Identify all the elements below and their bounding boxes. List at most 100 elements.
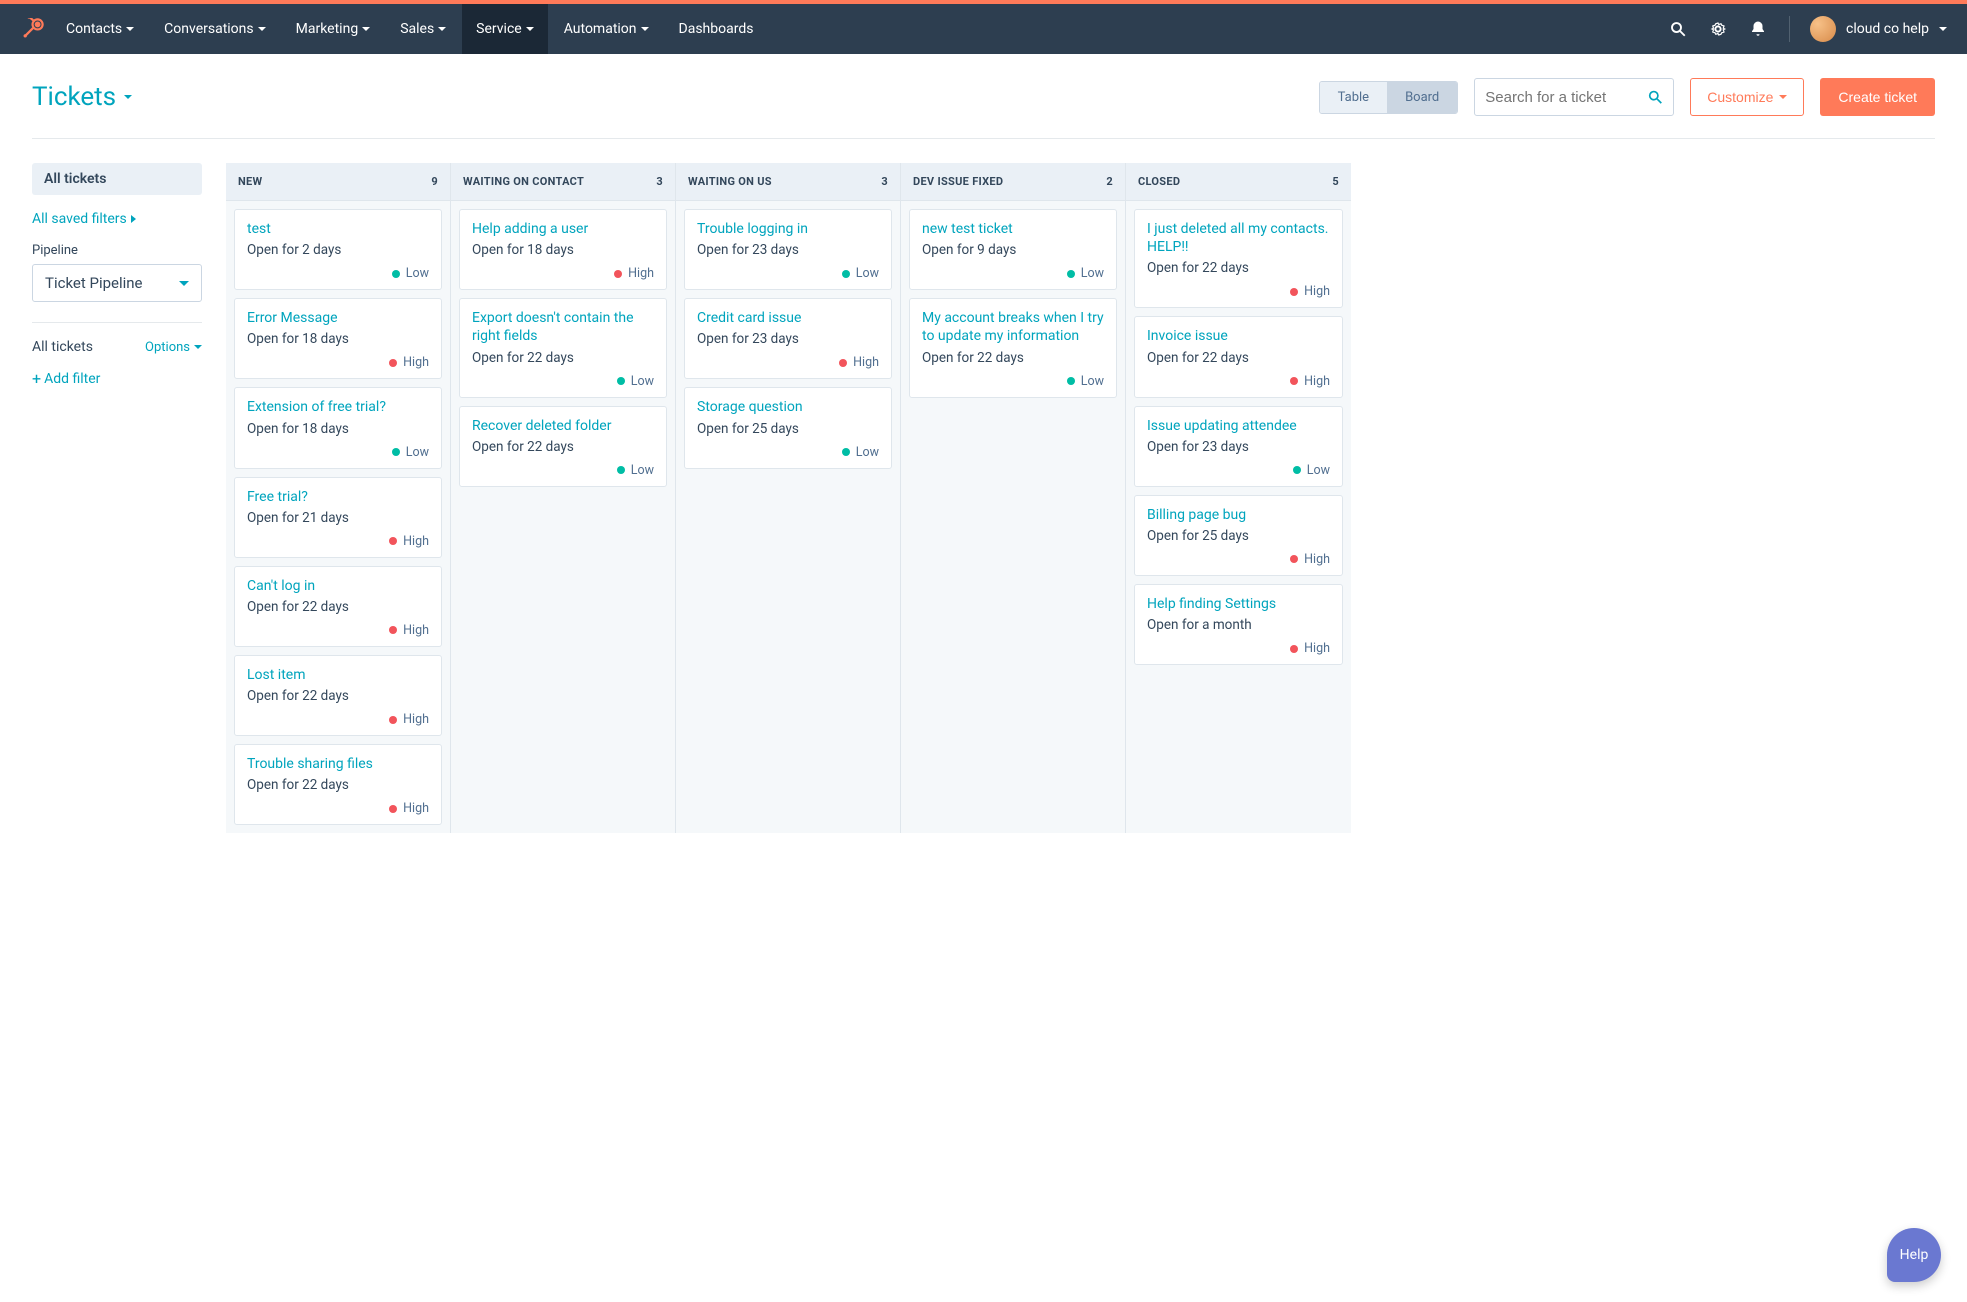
ticket-card[interactable]: Issue updating attendeeOpen for 23 daysL…: [1134, 406, 1343, 487]
ticket-priority: High: [247, 534, 429, 549]
nav-conversations[interactable]: Conversations: [164, 4, 265, 54]
priority-dot-icon: [842, 448, 850, 456]
chevron-down-icon: [362, 27, 370, 31]
ticket-priority: High: [1147, 641, 1330, 656]
ticket-card[interactable]: Invoice issue Open for 22 days High: [1134, 316, 1343, 397]
bell-icon[interactable]: [1749, 20, 1767, 38]
ticket-open-duration: Open for 22 days: [922, 350, 1104, 366]
nav-automation[interactable]: Automation: [564, 4, 649, 54]
ticket-open-duration: Open for 9 days: [922, 242, 1104, 258]
view-board-button[interactable]: Board: [1387, 82, 1457, 113]
priority-dot-icon: [389, 537, 397, 545]
ticket-card[interactable]: Help finding SettingsOpen for a monthHig…: [1134, 584, 1343, 665]
ticket-open-duration: Open for 22 days: [1147, 350, 1330, 366]
view-table-button[interactable]: Table: [1320, 82, 1387, 113]
ticket-card[interactable]: Free trial?Open for 21 daysHigh: [234, 477, 442, 558]
ticket-title: Trouble sharing files: [247, 755, 429, 773]
ticket-priority: High: [247, 712, 429, 727]
ticket-open-duration: Open for 23 days: [697, 242, 879, 258]
hubspot-logo-icon[interactable]: [20, 16, 46, 42]
ticket-open-duration: Open for 22 days: [247, 688, 429, 704]
ticket-priority: High: [1147, 552, 1330, 567]
column-header: NEW9: [226, 163, 450, 201]
ticket-card[interactable]: Lost item Open for 22 days High: [234, 655, 442, 736]
ticket-priority: Low: [247, 445, 429, 460]
priority-label: Low: [406, 445, 429, 460]
ticket-card[interactable]: Billing page bug Open for 25 days High: [1134, 495, 1343, 576]
ticket-card[interactable]: Can't log inOpen for 22 daysHigh: [234, 566, 442, 647]
priority-label: High: [403, 801, 429, 816]
ticket-card[interactable]: testOpen for 2 daysLow: [234, 209, 442, 290]
nav-service[interactable]: Service: [462, 4, 548, 54]
ticket-board: NEW9testOpen for 2 daysLowError MessageO…: [226, 163, 1935, 833]
ticket-title: Invoice issue: [1147, 327, 1330, 345]
priority-dot-icon: [1067, 270, 1075, 278]
ticket-card[interactable]: Help adding a userOpen for 18 daysHigh: [459, 209, 667, 290]
ticket-priority: High: [247, 623, 429, 638]
ticket-priority: Low: [1147, 463, 1330, 478]
priority-dot-icon: [1290, 555, 1298, 563]
nav-marketing[interactable]: Marketing: [296, 4, 371, 54]
priority-label: High: [1304, 374, 1330, 389]
nav-label: Contacts: [66, 21, 122, 37]
account-switcher[interactable]: cloud co help: [1789, 16, 1947, 42]
ticket-priority: High: [247, 355, 429, 370]
ticket-card[interactable]: Error MessageOpen for 18 daysHigh: [234, 298, 442, 379]
priority-label: High: [403, 534, 429, 549]
sidebar-saved-filters[interactable]: All saved filters: [32, 211, 202, 227]
ticket-open-duration: Open for 25 days: [1147, 528, 1330, 544]
priority-label: High: [1304, 552, 1330, 567]
search-icon[interactable]: [1669, 20, 1687, 38]
ticket-card[interactable]: Trouble logging inOpen for 23 daysLow: [684, 209, 892, 290]
column-header: CLOSED5: [1126, 163, 1351, 201]
priority-dot-icon: [617, 377, 625, 385]
ticket-card[interactable]: Trouble sharing files Open for 22 days Hig…: [234, 744, 442, 825]
pipeline-select[interactable]: Ticket Pipeline: [32, 264, 202, 302]
sidebar-all-tickets[interactable]: All tickets: [32, 163, 202, 195]
saved-filters-label: All saved filters: [32, 211, 127, 227]
column-body: testOpen for 2 daysLowError MessageOpen …: [226, 201, 450, 833]
nav-dashboards[interactable]: Dashboards: [679, 4, 754, 54]
nav-contacts[interactable]: Contacts: [66, 4, 134, 54]
priority-label: Low: [1081, 374, 1104, 389]
column-header: WAITING ON CONTACT3: [451, 163, 675, 201]
ticket-search[interactable]: [1474, 78, 1674, 116]
ticket-card[interactable]: I just deleted all my contacts. HELP!!Op…: [1134, 209, 1343, 308]
ticket-priority: Low: [922, 374, 1104, 389]
ticket-card[interactable]: Recover deleted folderOpen for 22 daysLo…: [459, 406, 667, 487]
search-input[interactable]: [1485, 89, 1647, 106]
ticket-card[interactable]: My account breaks when I try to update m…: [909, 298, 1117, 397]
ticket-title: test: [247, 220, 429, 238]
ticket-open-duration: Open for 18 days: [247, 331, 429, 347]
options-dropdown[interactable]: Options: [145, 340, 202, 355]
page-title-dropdown[interactable]: Tickets: [32, 82, 132, 112]
add-filter-button[interactable]: + Add filter: [32, 371, 202, 387]
ticket-title: Lost item: [247, 666, 429, 684]
ticket-card[interactable]: new test ticketOpen for 9 daysLow: [909, 209, 1117, 290]
priority-dot-icon: [1290, 288, 1298, 296]
help-button[interactable]: Help: [1887, 1228, 1941, 1282]
column-body: Trouble logging inOpen for 23 daysLowCre…: [676, 201, 900, 477]
sidebar-subhead: All tickets: [32, 339, 93, 355]
ticket-priority: Low: [697, 266, 879, 281]
customize-button[interactable]: Customize: [1690, 78, 1804, 116]
ticket-card[interactable]: Storage questionOpen for 25 daysLow: [684, 387, 892, 468]
ticket-open-duration: Open for 22 days: [247, 777, 429, 793]
chevron-down-icon: [526, 27, 534, 31]
ticket-open-duration: Open for 2 days: [247, 242, 429, 258]
ticket-card[interactable]: Extension of free trial?Open for 18 days…: [234, 387, 442, 468]
create-ticket-button[interactable]: Create ticket: [1820, 78, 1935, 116]
chevron-down-icon: [1939, 27, 1947, 31]
ticket-title: Billing page bug: [1147, 506, 1330, 524]
chevron-down-icon: [194, 345, 202, 349]
ticket-title: Help finding Settings: [1147, 595, 1330, 613]
priority-label: Low: [631, 374, 654, 389]
ticket-card[interactable]: Credit card issueOpen for 23 daysHigh: [684, 298, 892, 379]
ticket-priority: Low: [472, 374, 654, 389]
ticket-title: Help adding a user: [472, 220, 654, 238]
priority-label: High: [403, 712, 429, 727]
ticket-card[interactable]: Export doesn't contain the right fieldsO…: [459, 298, 667, 397]
gear-icon[interactable]: [1709, 20, 1727, 38]
nav-sales[interactable]: Sales: [400, 4, 446, 54]
ticket-open-duration: Open for 25 days: [697, 421, 879, 437]
